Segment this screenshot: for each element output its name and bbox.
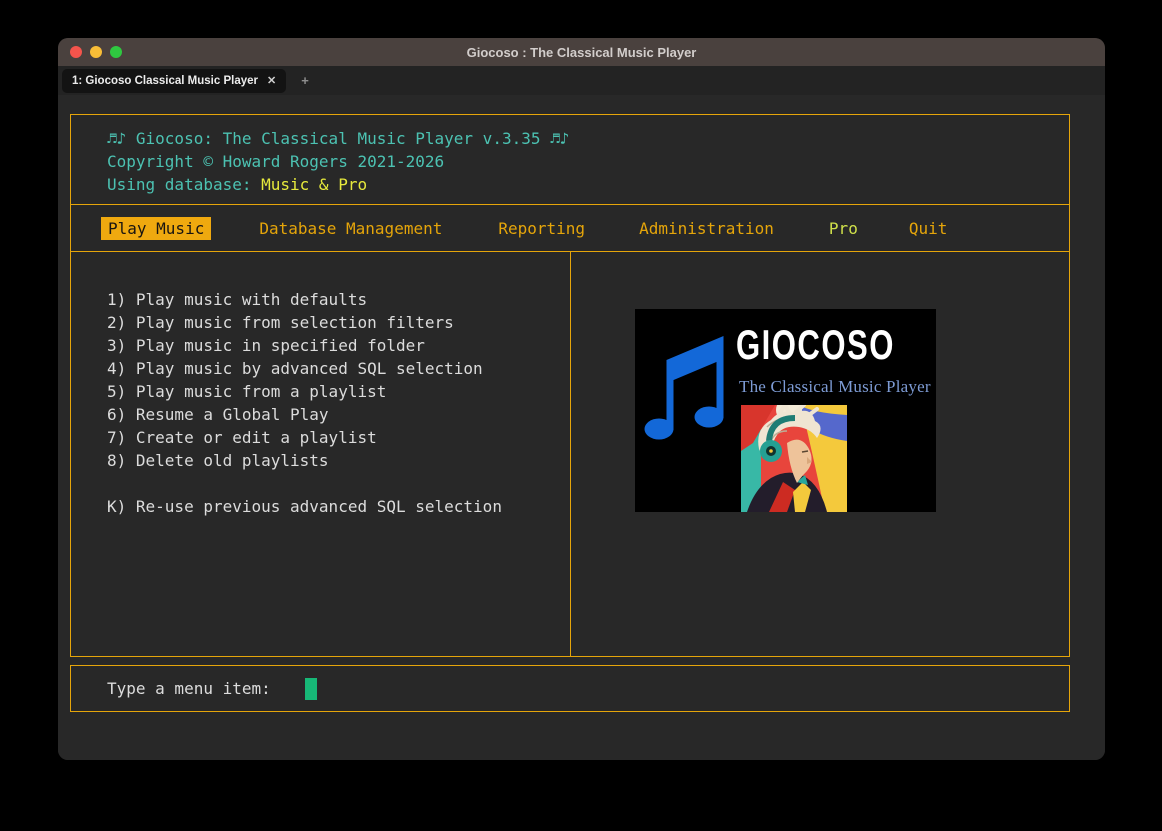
menu-option-6[interactable]: 6) Resume a Global Play [107,403,570,426]
menu-option-5[interactable]: 5) Play music from a playlist [107,380,570,403]
terminal-content: ♬♪ Giocoso: The Classical Music Player v… [58,95,1105,760]
database-line: Using database: Music & Pro [107,173,1069,196]
menu-option-1[interactable]: 1) Play music with defaults [107,288,570,311]
close-window-button[interactable] [70,46,82,58]
menu-administration[interactable]: Administration [639,219,774,238]
app-title-line: ♬♪ Giocoso: The Classical Music Player v… [107,127,1069,150]
menu-database-management[interactable]: Database Management [259,219,442,238]
menu-pro[interactable]: Pro [829,219,858,238]
menu-option-4[interactable]: 4) Play music by advanced SQL selection [107,357,570,380]
menu-options-pane: 1) Play music with defaults 2) Play musi… [71,252,571,656]
window-titlebar[interactable]: Giocoso : The Classical Music Player [58,38,1105,66]
copyright-line: Copyright © Howard Rogers 2021-2026 [107,150,1069,173]
logo-pane: GIOCOSO The Classical Music Player [571,252,1069,656]
menu-option-2[interactable]: 2) Play music from selection filters [107,311,570,334]
terminal-window: Giocoso : The Classical Music Player 1: … [58,38,1105,760]
beethoven-artwork [741,405,847,512]
menu-option-k[interactable]: K) Re-use previous advanced SQL selectio… [107,495,570,518]
menu-bar: Play Music Database Management Reporting… [70,204,1070,252]
text-cursor[interactable] [305,678,317,700]
window-title: Giocoso : The Classical Music Player [58,45,1105,60]
database-label: Using database: [107,175,261,194]
menu-option-3[interactable]: 3) Play music in specified folder [107,334,570,357]
menu-reporting[interactable]: Reporting [498,219,585,238]
content-panel: 1) Play music with defaults 2) Play musi… [70,252,1070,657]
menu-option-8[interactable]: 8) Delete old playlists [107,449,570,472]
traffic-lights [58,46,122,58]
minimize-window-button[interactable] [90,46,102,58]
app-header-panel: ♬♪ Giocoso: The Classical Music Player v… [70,114,1070,204]
tab-label: 1: Giocoso Classical Music Player [72,75,258,87]
menu-play-music[interactable]: Play Music [101,217,211,240]
menu-quit[interactable]: Quit [909,219,948,238]
command-prompt[interactable]: Type a menu item: [70,665,1070,712]
tab-bar: 1: Giocoso Classical Music Player ✕ + [58,66,1105,95]
logo-wordmark: GIOCOSO [736,321,895,369]
music-note-icon [644,326,726,444]
database-value: Music & Pro [261,175,367,194]
menu-option-7[interactable]: 7) Create or edit a playlist [107,426,570,449]
giocoso-logo: GIOCOSO The Classical Music Player [635,309,936,512]
new-tab-button[interactable]: + [301,73,309,88]
maximize-window-button[interactable] [110,46,122,58]
prompt-label: Type a menu item: [107,679,271,698]
menu-option-spacer [107,472,570,495]
terminal-tab[interactable]: 1: Giocoso Classical Music Player ✕ [62,69,286,93]
logo-tagline: The Classical Music Player [739,377,931,397]
tab-close-icon[interactable]: ✕ [267,74,276,87]
